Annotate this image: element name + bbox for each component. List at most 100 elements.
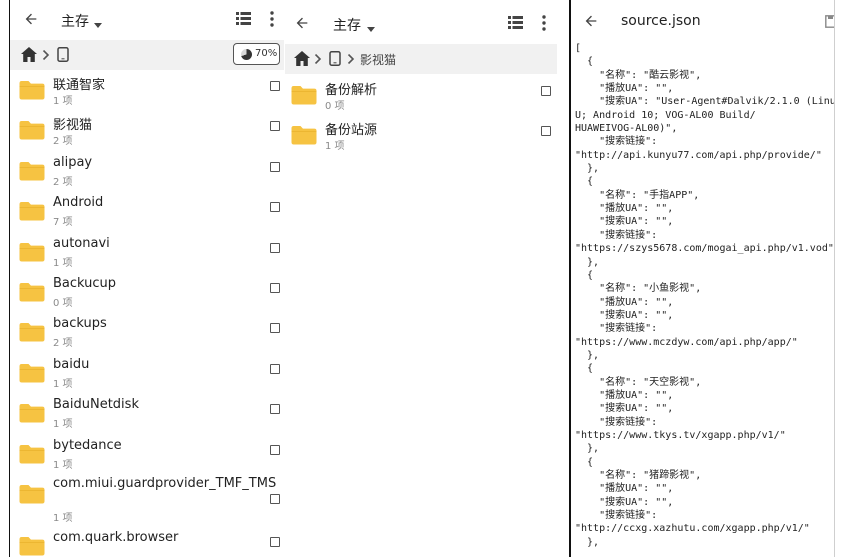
select-checkbox[interactable]: [270, 121, 280, 132]
storage-percent: 70%: [255, 48, 278, 59]
list-item[interactable]: bytedance 1 项: [10, 435, 284, 475]
more-vert-icon[interactable]: [269, 11, 275, 27]
json-line: "搜索链接":: [575, 323, 658, 335]
chevron-right-icon: [347, 54, 355, 64]
folder-name: 备份解析: [325, 83, 378, 98]
list-item[interactable]: Backucup 0 项: [10, 273, 284, 313]
dropdown-caret-icon[interactable]: [93, 15, 103, 28]
storage-title[interactable]: 主存: [333, 15, 361, 35]
folder-item-count: 1 项: [53, 513, 73, 524]
folder-name: BaiduNetdisk: [53, 397, 139, 413]
save-icon[interactable]: [825, 15, 834, 28]
folder-name: bytedance: [53, 437, 122, 453]
file-title: source.json: [621, 13, 701, 29]
breadcrumb-current-folder[interactable]: 影视猫: [360, 51, 396, 68]
list-item[interactable]: com.miui.guardprovider_TMF_TMS 1 项: [10, 475, 284, 527]
back-arrow-icon[interactable]: [294, 15, 310, 31]
select-checkbox[interactable]: [270, 202, 280, 213]
folder-name: 备份站源: [325, 123, 378, 139]
json-line: {: [575, 176, 594, 188]
json-line: {: [575, 456, 594, 468]
storage-title[interactable]: 主存: [61, 11, 89, 31]
json-line: [: [575, 43, 582, 54]
list-item[interactable]: autonavi 1 项: [10, 233, 284, 273]
json-line: "http://ccxg.xazhutu.com/xgapp.php/v1/": [575, 523, 810, 535]
file-browser-panel-subfolder: 主存 影视猫 备份解析 0 项备份站源 1 项: [285, 0, 557, 160]
file-browser-panel-root: 主存 70% 联通智家 1 项影视猫 2 项 alipay 2 项 Android 7 项a…: [9, 0, 284, 557]
folder-item-count: 1 项: [53, 419, 73, 431]
json-line: "搜索链接":: [575, 416, 658, 428]
phone-storage-icon[interactable]: [329, 51, 341, 66]
top-app-bar: 主存: [10, 0, 284, 38]
select-checkbox[interactable]: [270, 283, 280, 293]
folder-icon: [19, 201, 45, 221]
folder-name: 影视猫: [53, 118, 93, 134]
select-checkbox[interactable]: [270, 242, 280, 253]
phone-storage-icon[interactable]: [57, 47, 69, 62]
json-line: {: [575, 56, 594, 68]
list-item[interactable]: 联通智家 1 项: [10, 71, 284, 111]
select-checkbox[interactable]: [541, 86, 551, 96]
folder-name: Android: [53, 195, 104, 211]
storage-usage-indicator[interactable]: 70%: [233, 43, 280, 65]
folder-item-count: 1 项: [53, 378, 73, 390]
list-view-icon[interactable]: [236, 12, 251, 25]
json-line: "播放UA": "",: [575, 203, 674, 215]
folder-name: 联通智家: [53, 78, 106, 93]
folder-item-count: 1 项: [53, 257, 73, 269]
json-content[interactable]: [ { "名称": "酷云影视", "播放UA": "", "搜索UA": "U…: [575, 42, 834, 549]
json-line: "https://szys5678.com/mogai_api.php/v1.v…: [575, 243, 834, 255]
folder-icon: [19, 363, 45, 383]
list-item[interactable]: 备份站源 1 项: [285, 116, 557, 156]
dropdown-caret-icon[interactable]: [366, 19, 376, 32]
list-item[interactable]: backups 2 项: [10, 313, 284, 353]
folder-item-count: 1 项: [53, 96, 73, 107]
folder-icon: [19, 536, 45, 556]
folder-item-count: 2 项: [53, 176, 73, 188]
select-checkbox[interactable]: [270, 81, 280, 91]
back-arrow-icon[interactable]: [23, 11, 39, 27]
folder-icon: [19, 282, 45, 302]
list-view-icon[interactable]: [508, 16, 523, 29]
select-checkbox[interactable]: [270, 444, 280, 455]
breadcrumb: 影视猫: [285, 44, 557, 74]
folder-name: alipay: [53, 154, 93, 170]
select-checkbox[interactable]: [270, 537, 280, 547]
folder-icon: [19, 80, 45, 100]
json-line: "播放UA": "",: [575, 389, 674, 401]
folder-icon: [19, 484, 45, 504]
json-line: "名称": "酷云影视",: [575, 69, 702, 81]
list-item[interactable]: BaiduNetdisk 1 项: [10, 394, 284, 434]
select-checkbox[interactable]: [270, 494, 280, 504]
folder-icon: [19, 161, 45, 181]
back-arrow-icon[interactable]: [583, 13, 599, 29]
select-checkbox[interactable]: [270, 363, 280, 374]
list-item[interactable]: com.quark.browser: [10, 527, 284, 557]
more-vert-icon[interactable]: [541, 15, 547, 31]
folder-icon: [19, 444, 45, 464]
json-line: },: [575, 349, 600, 361]
json-line: {: [575, 363, 594, 375]
json-line: "搜索UA": "",: [575, 403, 674, 415]
folder-name: Backucup: [53, 276, 117, 291]
list-item[interactable]: alipay 2 项: [10, 152, 284, 192]
select-checkbox[interactable]: [541, 126, 551, 137]
home-icon[interactable]: [21, 47, 37, 62]
json-line: },: [575, 163, 600, 175]
select-checkbox[interactable]: [270, 323, 280, 334]
list-item[interactable]: Android 7 项: [10, 192, 284, 232]
list-item[interactable]: 影视猫 2 项: [10, 111, 284, 151]
select-checkbox[interactable]: [270, 404, 280, 415]
home-icon[interactable]: [294, 51, 310, 66]
folder-item-count: 2 项: [53, 136, 73, 148]
json-line: "https://www.tkys.tv/xgapp.php/v1/": [575, 429, 786, 441]
list-item[interactable]: 备份解析 0 项: [285, 76, 557, 116]
select-checkbox[interactable]: [270, 161, 280, 172]
top-app-bar: source.json: [571, 0, 834, 38]
folder-icon: [19, 322, 45, 342]
json-line: "播放UA": "",: [575, 483, 674, 495]
folder-item-count: 2 项: [53, 338, 73, 350]
json-line: "搜索链接":: [575, 510, 658, 522]
list-item[interactable]: baidu 1 项: [10, 354, 284, 394]
chevron-right-icon: [314, 54, 322, 64]
